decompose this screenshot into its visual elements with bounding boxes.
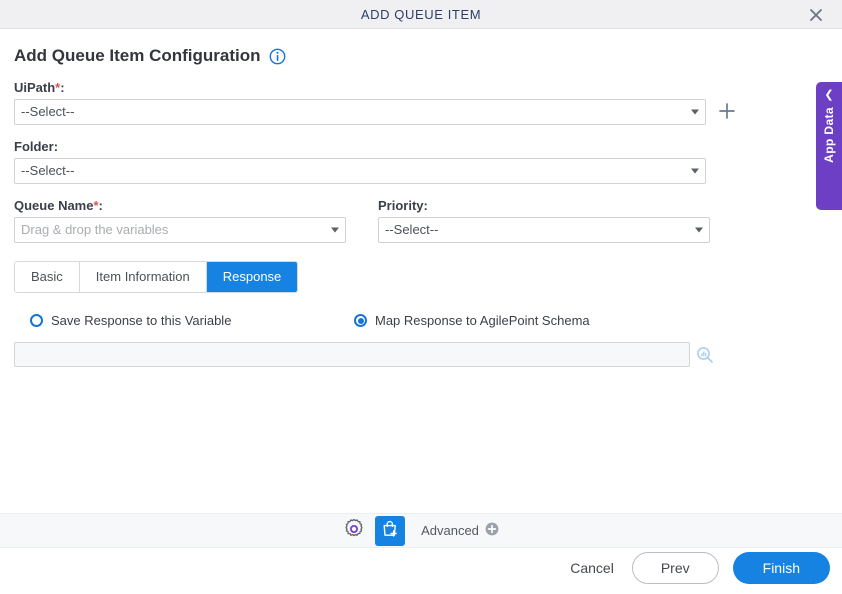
tab-basic[interactable]: Basic	[15, 262, 80, 292]
close-button[interactable]	[800, 0, 832, 29]
close-icon	[808, 7, 824, 23]
schema-lookup-row	[14, 342, 828, 367]
queue-name-label-text: Queue Name	[14, 198, 94, 213]
queue-name-select-wrap: Drag & drop the variables	[14, 217, 346, 243]
uipath-row: --Select--	[14, 99, 828, 125]
priority-label-colon: :	[423, 198, 428, 213]
folder-label-text: Folder	[14, 139, 54, 154]
finish-button[interactable]: Finish	[732, 552, 830, 584]
prev-button[interactable]: Prev	[631, 552, 719, 584]
add-queue-item-icon	[380, 519, 400, 542]
queue-name-label-colon: :	[98, 198, 103, 213]
queue-name-input[interactable]: Drag & drop the variables	[14, 217, 346, 243]
schema-input[interactable]	[14, 342, 690, 367]
tab-response[interactable]: Response	[206, 262, 298, 292]
settings-button[interactable]	[343, 518, 365, 543]
queue-name-column: Queue Name*: Drag & drop the variables	[14, 184, 346, 243]
advanced-button[interactable]: Advanced	[421, 522, 499, 539]
plus-icon	[718, 102, 736, 123]
chevron-left-icon: ❮	[824, 89, 834, 101]
uipath-select-wrap: --Select--	[14, 99, 706, 125]
page-title: Add Queue Item Configuration	[14, 46, 261, 65]
radio-button-unselected-icon	[30, 314, 43, 327]
priority-select-wrap: --Select--	[378, 217, 710, 243]
add-uipath-button[interactable]	[716, 101, 738, 123]
cancel-button[interactable]: Cancel	[566, 554, 618, 582]
page-title-row: Add Queue Item Configuration	[0, 30, 842, 66]
dialog-content: Add Queue Item Configuration UiPath*: --…	[0, 30, 842, 594]
priority-label-text: Priority	[378, 198, 424, 213]
queue-name-label: Queue Name*:	[14, 198, 346, 213]
window-titlebar: ADD QUEUE ITEM	[0, 0, 842, 29]
advanced-label: Advanced	[421, 523, 479, 538]
queue-priority-row: Queue Name*: Drag & drop the variables P…	[14, 184, 828, 243]
uipath-label-text: UiPath	[14, 80, 56, 95]
gear-icon	[343, 518, 365, 543]
priority-label: Priority:	[378, 198, 710, 213]
advanced-toolbar: Advanced	[0, 513, 842, 548]
folder-select[interactable]: --Select--	[14, 158, 706, 184]
response-mode-radio-group: Save Response to this Variable Map Respo…	[14, 313, 828, 328]
uipath-label-colon: :	[60, 80, 65, 95]
radio-button-selected-icon	[354, 314, 367, 327]
info-icon[interactable]	[269, 48, 286, 65]
app-data-label: App Data	[822, 107, 836, 163]
folder-label-colon: :	[53, 139, 59, 154]
priority-column: Priority: --Select--	[378, 184, 710, 243]
folder-select-wrap: --Select--	[14, 158, 706, 184]
radio-map-response-label: Map Response to AgilePoint Schema	[375, 313, 590, 328]
configuration-form: UiPath*: --Select-- Folder: --Select-- Q…	[0, 80, 842, 367]
uipath-select[interactable]: --Select--	[14, 99, 706, 125]
priority-select[interactable]: --Select--	[378, 217, 710, 243]
window-title: ADD QUEUE ITEM	[360, 6, 482, 22]
radio-save-response-label: Save Response to this Variable	[51, 313, 232, 328]
add-queue-item-button[interactable]	[375, 515, 406, 546]
plus-circle-icon	[485, 522, 499, 539]
folder-label: Folder:	[14, 139, 828, 154]
search-icon[interactable]	[696, 346, 714, 364]
dialog-footer: Cancel Prev Finish	[566, 552, 830, 584]
radio-save-response-to-variable[interactable]: Save Response to this Variable	[14, 313, 354, 328]
configuration-tabs: Basic Item Information Response	[14, 261, 299, 293]
radio-map-response-to-schema[interactable]: Map Response to AgilePoint Schema	[354, 313, 590, 328]
tab-item-information[interactable]: Item Information	[79, 262, 207, 292]
app-data-panel-toggle[interactable]: ❮ App Data	[816, 82, 842, 210]
uipath-label: UiPath*:	[14, 80, 828, 95]
